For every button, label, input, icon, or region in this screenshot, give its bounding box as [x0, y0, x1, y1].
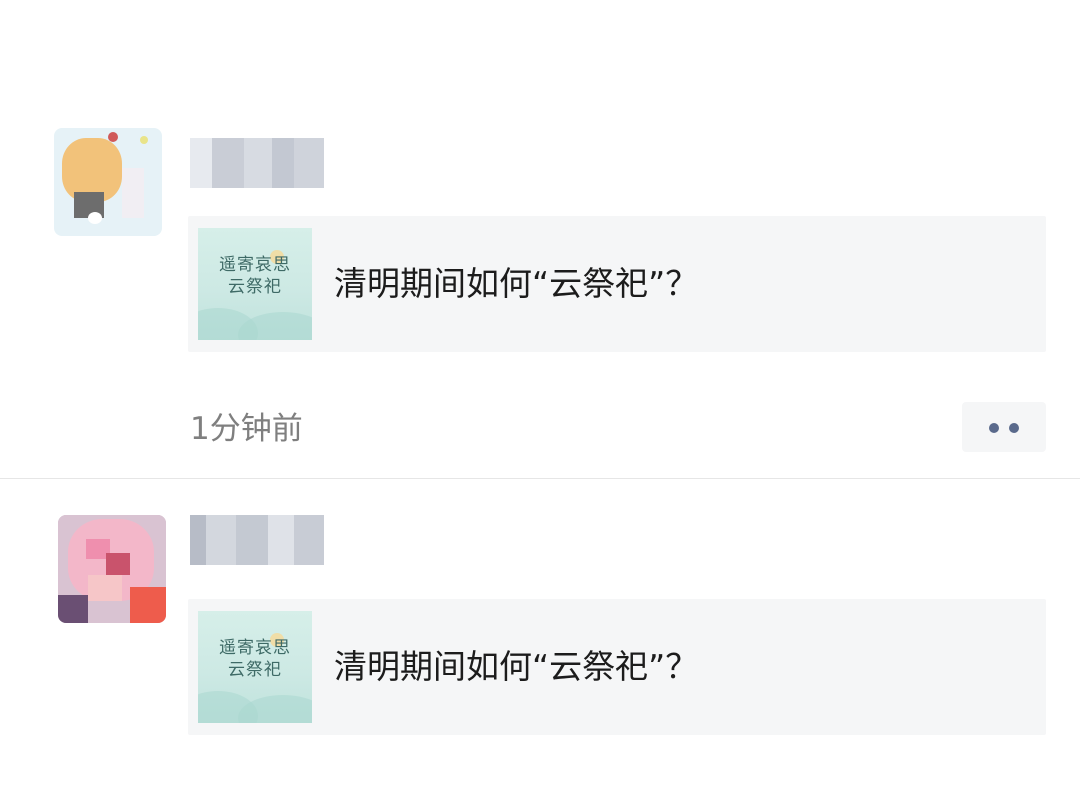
card-title: 清明期间如何“云祭祀”？ — [334, 647, 699, 686]
moment-post: 遥寄哀思 云祭祀 清明期间如何“云祭祀”？ 1分钟前 — [0, 0, 1080, 479]
card-thumbnail: 遥寄哀思 云祭祀 — [198, 228, 312, 340]
more-dots-icon — [989, 423, 999, 433]
share-card[interactable]: 遥寄哀思 云祭祀 清明期间如何“云祭祀”？ — [188, 216, 1046, 352]
thumbnail-line-1: 遥寄哀思 — [219, 638, 291, 658]
username-blurred[interactable] — [190, 515, 350, 565]
more-button[interactable] — [962, 402, 1046, 452]
thumbnail-line-2: 云祭祀 — [228, 660, 282, 680]
username-blurred[interactable] — [190, 138, 350, 188]
timestamp: 1分钟前 — [190, 411, 303, 447]
card-thumbnail: 遥寄哀思 云祭祀 — [198, 611, 312, 723]
card-title: 清明期间如何“云祭祀”？ — [334, 264, 699, 303]
avatar[interactable] — [54, 128, 162, 236]
share-card[interactable]: 遥寄哀思 云祭祀 清明期间如何“云祭祀”？ — [188, 599, 1046, 735]
more-dots-icon — [1009, 423, 1019, 433]
thumbnail-line-1: 遥寄哀思 — [219, 255, 291, 275]
thumbnail-line-2: 云祭祀 — [228, 277, 282, 297]
avatar[interactable] — [58, 515, 166, 623]
moment-post: 遥寄哀思 云祭祀 清明期间如何“云祭祀”？ — [0, 479, 1080, 790]
